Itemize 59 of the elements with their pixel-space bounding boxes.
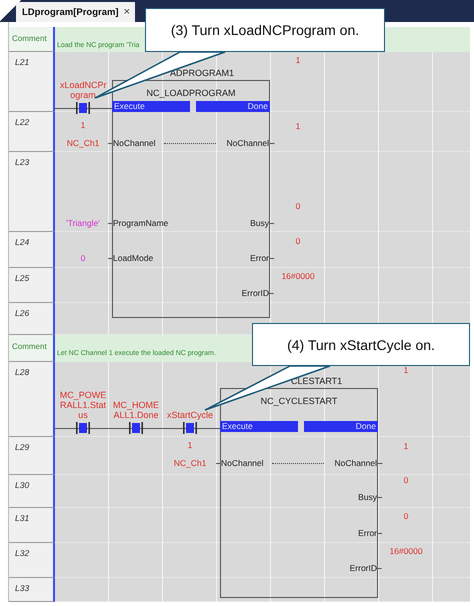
block-type: NC_CYCLESTART xyxy=(260,396,338,406)
monitor-value: 1 xyxy=(296,55,300,65)
line-number: L21 xyxy=(15,57,30,67)
line-number: L23 xyxy=(15,157,30,167)
contact-label: MC_HOME ALL1.Done xyxy=(112,400,160,420)
line-number: L28 xyxy=(15,367,30,377)
output-pin: NoChannel xyxy=(334,458,382,468)
tab-title: LDprogram[Program] xyxy=(22,6,119,18)
input-pin: NoChannel xyxy=(108,138,156,148)
execute-pin: Execute xyxy=(112,101,190,112)
output-pin: Busy xyxy=(250,218,274,228)
monitor-value: 0 xyxy=(404,511,408,521)
comment-label: Comment xyxy=(12,34,47,43)
monitor-value: 1 xyxy=(404,441,408,451)
output-pin: Error xyxy=(250,253,274,263)
contact-label: xStartCycle xyxy=(166,410,214,420)
line-number: L31 xyxy=(15,513,30,523)
instance-name: ADPROGRAM1 xyxy=(170,68,234,78)
line-number: L26 xyxy=(15,308,30,318)
output-pin: ErrorID xyxy=(242,288,274,298)
execute-pin: Execute xyxy=(220,421,298,432)
line-number: L25 xyxy=(15,273,30,283)
input-value: 'Triangle' xyxy=(66,218,100,228)
monitor-value: 1 xyxy=(80,120,86,130)
input-value: NC_Ch1 xyxy=(66,138,100,148)
input-pin: ProgramName xyxy=(108,218,168,228)
monitor-value: 0 xyxy=(296,236,300,246)
close-icon[interactable]: × xyxy=(124,6,130,18)
line-number: L30 xyxy=(15,480,30,490)
contact-label: xLoadNCPr ogram xyxy=(60,80,106,100)
monitor-value: 1 xyxy=(404,365,408,375)
contact-label: MC_POWE RALL1.Stat us xyxy=(59,390,107,420)
input-pin: NoChannel xyxy=(216,458,264,468)
callout: (4) Turn xStartCycle on. xyxy=(252,323,470,366)
output-pin: Error xyxy=(358,528,382,538)
monitor-value: 16#0000 xyxy=(281,271,315,281)
line-number: L24 xyxy=(15,237,30,247)
monitor-value: 1 xyxy=(188,440,192,450)
input-value: 0 xyxy=(80,253,86,263)
monitor-value: 16#0000 xyxy=(389,546,423,556)
program-tab[interactable]: LDprogram[Program] × xyxy=(16,2,136,22)
callout: (3) Turn xLoadNCProgram on. xyxy=(145,8,385,52)
done-pin: Done xyxy=(304,421,378,432)
monitor-value: 0 xyxy=(296,201,300,211)
done-pin: Done xyxy=(196,101,270,112)
output-pin: Busy xyxy=(358,492,382,502)
input-value: NC_Ch1 xyxy=(174,458,206,468)
output-pin: NoChannel xyxy=(226,138,274,148)
output-pin: ErrorID xyxy=(350,563,382,573)
comment-label: Comment xyxy=(12,342,47,351)
line-number: L33 xyxy=(15,583,30,593)
monitor-value: 0 xyxy=(404,475,408,485)
input-pin: LoadMode xyxy=(108,253,154,263)
line-number: L22 xyxy=(15,117,30,127)
line-number: L32 xyxy=(15,548,30,558)
instance-name: CLESTART1 xyxy=(291,376,342,386)
monitor-value: 1 xyxy=(296,121,300,131)
block-type: NC_LOADPROGRAM xyxy=(146,88,236,98)
line-number: L29 xyxy=(15,442,30,452)
